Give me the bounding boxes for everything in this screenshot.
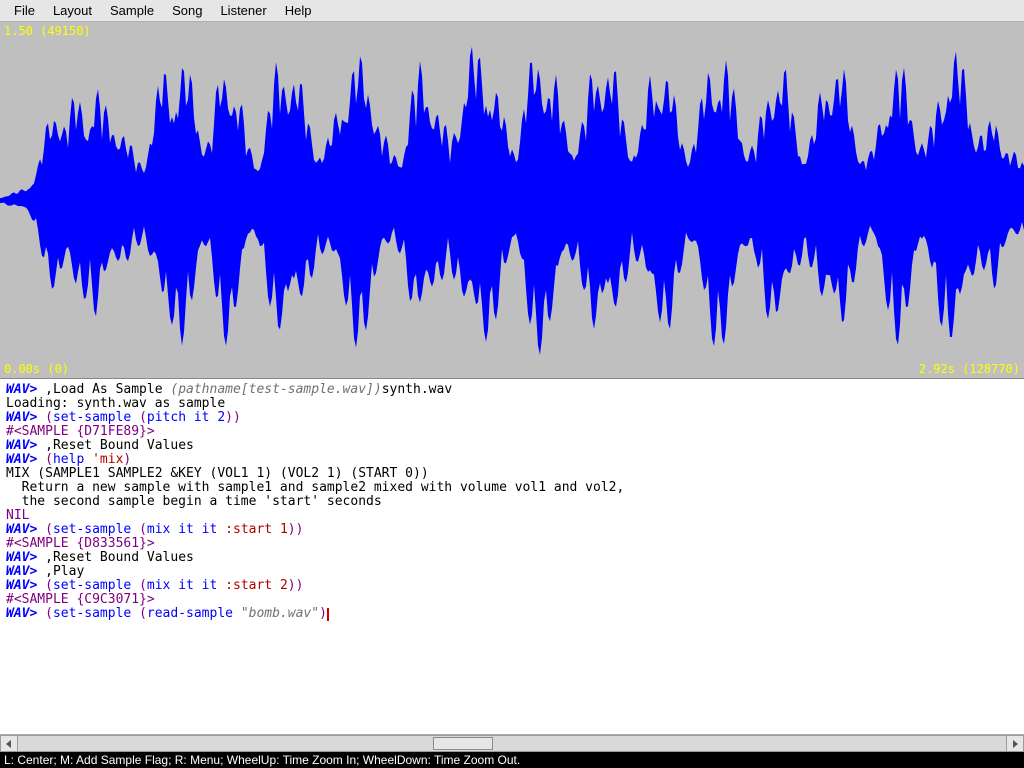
status-bar: L: Center; M: Add Sample Flag; R: Menu; … [0, 752, 1024, 768]
prompt: WAV> [6, 606, 45, 621]
prompt: WAV> [6, 382, 45, 397]
prompt: WAV> [6, 578, 45, 593]
menu-sample[interactable]: Sample [102, 1, 162, 20]
prompt: WAV> [6, 438, 45, 453]
scroll-track[interactable] [18, 735, 1006, 752]
menu-bar: File Layout Sample Song Listener Help [0, 0, 1024, 22]
menu-song[interactable]: Song [164, 1, 210, 20]
terminal-line: WAV> (set-sample (read-sample "bomb.wav"… [6, 607, 1018, 621]
scroll-right-arrow-icon[interactable] [1006, 735, 1024, 752]
menu-layout[interactable]: Layout [45, 1, 100, 20]
terminal-line: WAV> ,Reset Bound Values [6, 439, 1018, 453]
terminal-line: WAV> (set-sample (mix it it :start 1)) [6, 523, 1018, 537]
status-text: L: Center; M: Add Sample Flag; R: Menu; … [4, 753, 520, 767]
terminal-line: WAV> ,Reset Bound Values [6, 551, 1018, 565]
scroll-left-arrow-icon[interactable] [0, 735, 18, 752]
waveform-canvas [0, 22, 1024, 378]
horizontal-scrollbar[interactable] [0, 734, 1024, 752]
scroll-thumb[interactable] [433, 737, 493, 750]
terminal-line: WAV> ,Play [6, 565, 1018, 579]
terminal-line: WAV> (help 'mix) [6, 453, 1018, 467]
prompt: WAV> [6, 452, 45, 467]
terminal-line: #<SAMPLE {D833561}> [6, 537, 1018, 551]
prompt: WAV> [6, 550, 45, 565]
menu-listener[interactable]: Listener [212, 1, 274, 20]
prompt: WAV> [6, 410, 45, 425]
menu-file[interactable]: File [6, 1, 43, 20]
terminal-line: NIL [6, 509, 1018, 523]
terminal-line: the second sample begin a time 'start' s… [6, 495, 1018, 509]
terminal-line: WAV> (set-sample (mix it it :start 2)) [6, 579, 1018, 593]
terminal-line: Return a new sample with sample1 and sam… [6, 481, 1018, 495]
menu-help[interactable]: Help [277, 1, 320, 20]
terminal-line: MIX (SAMPLE1 SAMPLE2 &KEY (VOL1 1) (VOL2… [6, 467, 1018, 481]
terminal-line: WAV> ,Load As Sample (pathname[test-samp… [6, 383, 1018, 397]
prompt: WAV> [6, 522, 45, 537]
terminal-line: WAV> (set-sample (pitch it 2)) [6, 411, 1018, 425]
terminal-line: #<SAMPLE {D71FE89}> [6, 425, 1018, 439]
terminal-line: #<SAMPLE {C9C3071}> [6, 593, 1018, 607]
terminal-line: Loading: synth.wav as sample [6, 397, 1018, 411]
waveform-panel[interactable]: 1.50 (49150) 0.00s (0) 2.92s (128770) [0, 22, 1024, 379]
prompt: WAV> [6, 564, 45, 579]
listener-terminal[interactable]: WAV> ,Load As Sample (pathname[test-samp… [0, 379, 1024, 734]
